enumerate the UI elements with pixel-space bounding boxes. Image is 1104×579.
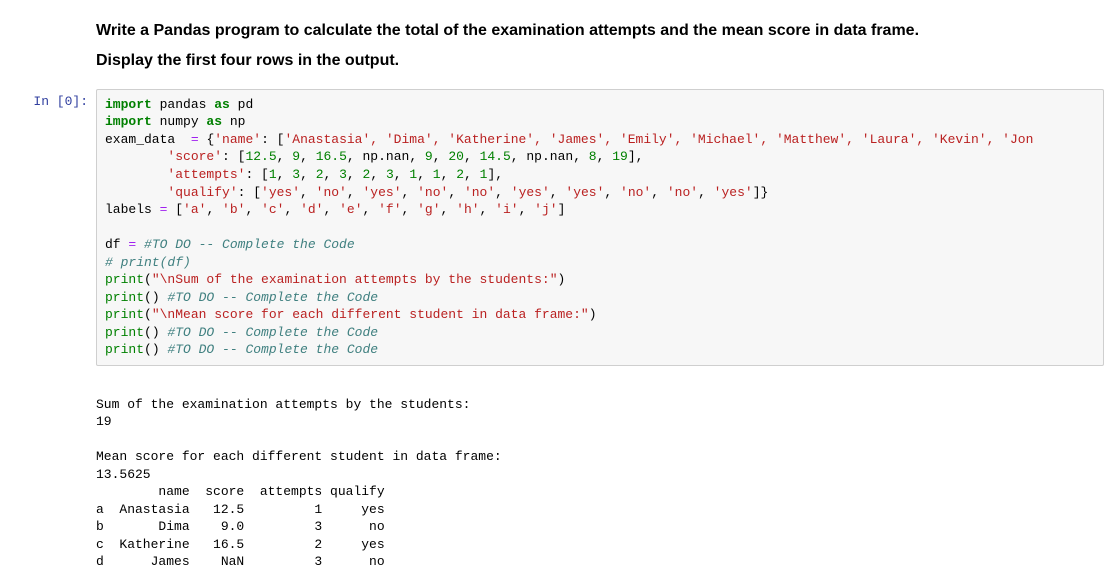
output-sum-label: Sum of the examination attempts by the s… [96,397,470,412]
output-mean-value: 13.5625 [96,467,151,482]
dict-key-name: 'name' [214,132,261,147]
builtin-print: print [105,290,144,305]
code-content[interactable]: import pandas as pd import numpy as np e… [105,96,1095,359]
keyword-import: import [105,97,152,112]
module-numpy: numpy [152,114,207,129]
var-df: df [105,237,128,252]
qualify-values: : ['yes', 'no', 'yes', 'no', 'no', 'yes'… [238,185,769,200]
markdown-cell: Write a Pandas program to calculate the … [0,8,1104,85]
keyword-import: import [105,114,152,129]
keyword-as: as [206,114,222,129]
attempts-values: : [1, 3, 2, 3, 2, 3, 1, 1, 2, 1], [245,167,503,182]
output-text: Sum of the examination attempts by the s… [96,378,1104,571]
table-row: d James NaN 3 no [96,554,385,569]
notebook: Write a Pandas program to calculate the … [0,0,1104,579]
dict-key-score: 'score' [105,149,222,164]
alias-np: np [222,114,245,129]
labels-values: ['a', 'b', 'c', 'd', 'e', 'f', 'g', 'h',… [167,202,565,217]
output-sum-value: 19 [96,414,112,429]
builtin-print: print [105,272,144,287]
keyword-as: as [214,97,230,112]
comment-todo: #TO DO -- Complete the Code [160,342,378,357]
code-cell: In [0]: import pandas as pd import numpy… [0,85,1104,370]
var-labels: labels [105,202,160,217]
module-pandas: pandas [152,97,214,112]
builtin-print: print [105,325,144,340]
comment-todo: #TO DO -- Complete the Code [160,325,378,340]
var-exam-data: exam_data [105,132,191,147]
output-mean-label: Mean score for each different student in… [96,449,502,464]
comment-todo: #TO DO -- Complete the Code [136,237,354,252]
table-header: name score attempts qualify [96,484,385,499]
alias-pd: pd [230,97,253,112]
comment-print: # print(df) [105,255,191,270]
brace: { [199,132,215,147]
dict-key-attempts: 'attempts' [105,167,245,182]
string-mean: "\nMean score for each different student… [152,307,589,322]
instruction-line-1: Write a Pandas program to calculate the … [96,20,1104,42]
names-list: 'Anastasia', 'Dima', 'Katherine', 'James… [284,132,1033,147]
input-prompt: In [0]: [0,89,96,109]
table-row: a Anastasia 12.5 1 yes [96,502,385,517]
instruction-line-2: Display the first four rows in the outpu… [96,50,1104,72]
comment-todo: #TO DO -- Complete the Code [160,290,378,305]
builtin-print: print [105,342,144,357]
score-values: : [12.5, 9, 16.5, np.nan, 9, 20, 14.5, n… [222,149,643,164]
dict-key-qualify: 'qualify' [105,185,238,200]
colon: : [ [261,132,284,147]
string-sum: "\nSum of the examination attempts by th… [152,272,558,287]
output-area: Sum of the examination attempts by the s… [0,370,1104,571]
table-row: c Katherine 16.5 2 yes [96,537,385,552]
code-input-area[interactable]: import pandas as pd import numpy as np e… [96,89,1104,366]
builtin-print: print [105,307,144,322]
operator-eq: = [191,132,199,147]
table-row: b Dima 9.0 3 no [96,519,385,534]
